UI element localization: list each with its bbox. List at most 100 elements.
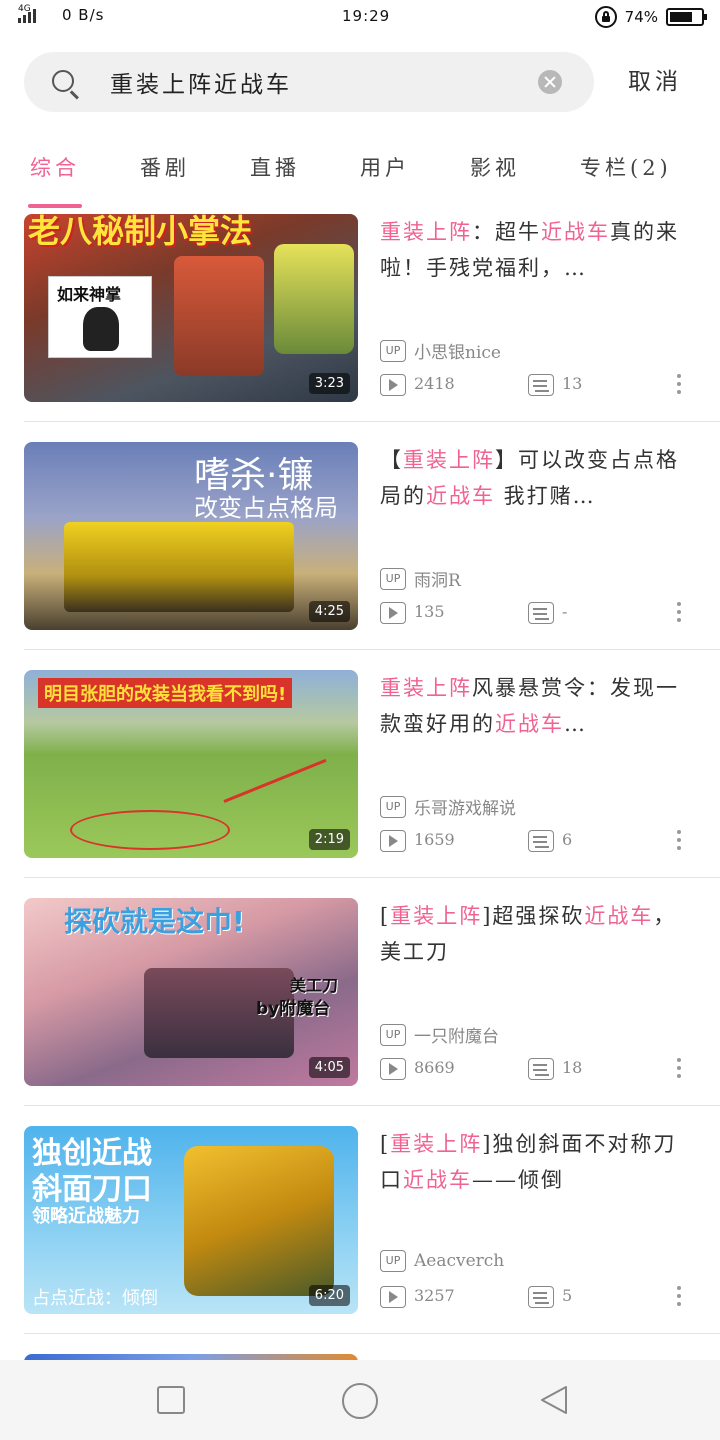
more-options-icon[interactable] [676, 374, 682, 398]
thumbnail-subcaption-2: 占点近战：倾倒 [32, 1288, 158, 1309]
video-thumbnail[interactable]: 嗜杀·镰 改变占点格局 4:25 [24, 442, 358, 630]
more-options-icon[interactable] [676, 602, 682, 626]
robot-figure [184, 1146, 334, 1296]
title-text: ：超牛 [472, 220, 541, 244]
uploader[interactable]: UP 一只附魔台 [380, 1022, 499, 1047]
battery-percent: 74% [624, 8, 658, 26]
search-input[interactable] [110, 63, 530, 101]
uploader[interactable]: UP 小思银nice [380, 338, 501, 363]
system-nav-bar [0, 1360, 720, 1440]
red-arrow-annotation [223, 758, 327, 803]
video-thumbnail[interactable]: 独创近战 斜面刀口 领略近战魅力 占点近战：倾倒 6:20 [24, 1126, 358, 1314]
danmaku-icon [528, 374, 554, 396]
video-duration: 3:23 [308, 373, 350, 394]
uploader-name: Aeacverch [414, 1251, 505, 1271]
robot-figure [274, 244, 354, 354]
tab-film[interactable]: 影视 [470, 152, 520, 182]
divider [24, 421, 720, 422]
video-thumbnail[interactable]: 明目张胆的改装当我看不到吗! 2:19 [24, 670, 358, 858]
home-button[interactable] [342, 1383, 378, 1419]
video-stats: 135 - [380, 600, 690, 626]
robot-figure [174, 256, 264, 376]
tab-all[interactable]: 综合 [30, 152, 80, 182]
uploader[interactable]: UP Aeacverch [380, 1250, 504, 1272]
divider [24, 877, 720, 878]
divider [24, 1333, 720, 1334]
status-right: 74% [594, 6, 707, 28]
up-badge-icon: UP [380, 339, 406, 362]
video-title[interactable]: 【重装上阵】可以改变占点格局的近战车 我打赌… [380, 442, 680, 514]
robot-figure [64, 522, 294, 612]
danmaku-count: - [562, 602, 568, 621]
tab-articles[interactable]: 专栏(2) [580, 152, 672, 182]
video-result[interactable]: 探砍就是这巾! 美工刀 by附魔台 4:05 [重装上阵]超强探砍近战车，美工刀… [0, 898, 720, 1126]
title-text: [ [380, 1132, 391, 1156]
tab-users[interactable]: 用户 [360, 152, 410, 182]
uploader-name: 乐哥游戏解说 [414, 799, 516, 819]
title-text: … [564, 712, 587, 736]
title-text: 【 [380, 448, 403, 472]
title-keyword-highlight: 重装上阵 [403, 448, 495, 472]
title-keyword-highlight: 重装上阵 [380, 676, 472, 700]
up-badge-icon: UP [380, 1250, 406, 1272]
danmaku-icon [528, 602, 554, 624]
divider [24, 649, 720, 650]
title-text: 我打赌… [495, 484, 596, 508]
thumbnail-subcaption: 美工刀 [290, 976, 339, 995]
title-text: ——倾倒 [472, 1168, 564, 1192]
danmaku-icon [528, 1286, 554, 1308]
status-bar: 4G 0 B/s 19:29 74% [0, 0, 720, 36]
back-button[interactable] [538, 1384, 570, 1416]
network-type: 4G [18, 4, 31, 14]
video-title[interactable]: [重装上阵]独创斜面不对称刀口近战车——倾倒 [380, 1126, 680, 1198]
sticker-caption: 如来神掌 [57, 285, 122, 304]
tab-bangumi[interactable]: 番剧 [140, 152, 190, 182]
play-count: 8669 [414, 1058, 455, 1077]
thumbnail-sticker: 如来神掌 [48, 276, 152, 358]
play-count-icon [380, 602, 406, 624]
video-result[interactable]: 明目张胆的改装当我看不到吗! 2:19 重装上阵风暴悬赏令：发现一款蛮好用的近战… [0, 670, 720, 898]
video-thumbnail[interactable]: 探砍就是这巾! 美工刀 by附魔台 4:05 [24, 898, 358, 1086]
video-stats: 1659 6 [380, 828, 690, 854]
play-count: 2418 [414, 374, 455, 393]
thumbnail-subcaption: 领略近战魅力 [32, 1206, 140, 1227]
video-result[interactable]: 独创近战 斜面刀口 领略近战魅力 占点近战：倾倒 6:20 [重装上阵]独创斜面… [0, 1126, 720, 1354]
up-badge-icon: UP [380, 795, 406, 818]
clear-search-icon[interactable] [538, 70, 562, 94]
tab-live[interactable]: 直播 [250, 152, 300, 182]
uploader[interactable]: UP 雨洞R [380, 566, 461, 591]
recent-apps-button[interactable] [157, 1386, 185, 1414]
video-title[interactable]: [重装上阵]超强探砍近战车，美工刀 [380, 898, 680, 970]
danmaku-icon [528, 830, 554, 852]
status-left: 4G 0 B/s [18, 4, 104, 24]
video-result[interactable]: 嗜杀·镰 改变占点格局 4:25 【重装上阵】可以改变占点格局的近战车 我打赌…… [0, 442, 720, 670]
thumbnail-subcaption: 改变占点格局 [194, 494, 338, 522]
search-bar[interactable] [24, 52, 594, 112]
more-options-icon[interactable] [676, 1286, 682, 1310]
title-keyword-highlight: 重装上阵 [390, 904, 483, 928]
play-count-icon [380, 830, 406, 852]
play-count: 1659 [414, 830, 455, 849]
video-title[interactable]: 重装上阵风暴悬赏令：发现一款蛮好用的近战车… [380, 670, 680, 742]
video-thumbnail[interactable]: 老八秘制小掌法 如来神掌 3:23 [24, 214, 358, 402]
more-options-icon[interactable] [676, 1058, 682, 1082]
thumbnail-caption: 老八秘制小掌法 [28, 214, 253, 250]
active-tab-indicator [28, 204, 82, 208]
video-title[interactable]: 重装上阵：超牛近战车真的来啦！手残党福利，… [380, 214, 680, 286]
play-count-icon [380, 1058, 406, 1080]
more-options-icon[interactable] [676, 830, 682, 854]
meme-face-icon [83, 307, 119, 351]
rotation-lock-icon [594, 6, 617, 28]
uploader[interactable]: UP 乐哥游戏解说 [380, 794, 516, 819]
video-duration: 4:25 [308, 601, 350, 622]
video-duration: 2:19 [308, 829, 350, 850]
title-keyword-highlight: 近战车 [584, 904, 654, 928]
video-duration: 4:05 [308, 1057, 350, 1078]
thumbnail-caption: 探砍就是这巾! [64, 905, 245, 938]
video-result[interactable]: 老八秘制小掌法 如来神掌 3:23 重装上阵：超牛近战车真的来啦！手残党福利，…… [0, 214, 720, 442]
title-text: ]超强探砍 [482, 904, 585, 928]
uploader-name: 雨洞R [414, 571, 461, 591]
cancel-button[interactable]: 取消 [628, 62, 682, 96]
danmaku-count: 13 [562, 374, 583, 393]
title-keyword-highlight: 重装上阵 [390, 1132, 483, 1156]
